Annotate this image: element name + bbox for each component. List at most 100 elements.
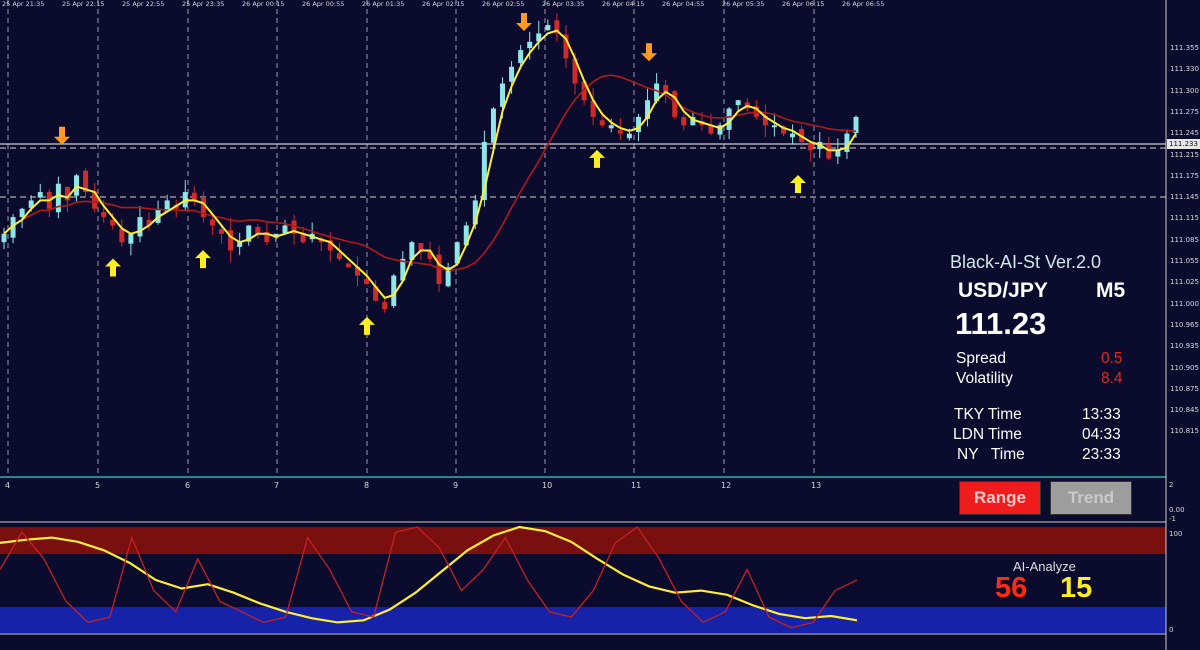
- candle-body: [209, 219, 215, 226]
- session-number-label: 6: [185, 481, 191, 490]
- ldn-time-value: 04:33: [1082, 426, 1121, 443]
- price-axis-tick: 111.355: [1170, 44, 1199, 52]
- candle-body: [844, 133, 850, 152]
- candle-body: [19, 208, 25, 218]
- date-axis-label: 26 Apr 05:35: [722, 0, 765, 8]
- sell-arrow-icon: [641, 43, 657, 62]
- buy-arrow-icon: [359, 316, 375, 335]
- date-axis-label: 26 Apr 02:15: [422, 0, 465, 8]
- candle-body: [255, 226, 261, 234]
- candle-body: [418, 243, 424, 251]
- candle-body: [490, 108, 496, 143]
- candle-body: [1, 233, 7, 243]
- date-axis-label: 26 Apr 04:15: [602, 0, 645, 8]
- ai-analyze-yellow-value: 15: [1060, 572, 1093, 604]
- buy-arrow-icon: [589, 149, 605, 168]
- price-axis-tick: 111.275: [1170, 107, 1199, 116]
- candle-body: [37, 192, 43, 198]
- session-number-label: 7: [274, 481, 280, 490]
- tky-time-label: TKY Time: [954, 406, 1022, 423]
- price-axis-tick: 111.330: [1170, 65, 1199, 74]
- candle-body: [364, 279, 370, 284]
- price-axis-tick: 111.245: [1170, 129, 1199, 138]
- price-axis-tick: 110.905: [1170, 363, 1199, 372]
- candle-body: [219, 229, 225, 234]
- date-axis-label: 25 Apr 23:35: [182, 0, 225, 8]
- date-axis-label: 25 Apr 22:55: [122, 0, 165, 8]
- price-axis-tick: 110.875: [1170, 384, 1199, 393]
- ai-analyze-red-value: 56: [995, 572, 1028, 604]
- current-price: 111.23: [955, 306, 1047, 341]
- candle-body: [545, 25, 551, 31]
- current-price-axis-label: 111.233: [1169, 140, 1198, 148]
- date-axis-label: 26 Apr 01:35: [362, 0, 405, 8]
- price-axis-tick: 110.965: [1170, 320, 1199, 329]
- date-axis-label: 25 Apr 21:35: [2, 0, 45, 8]
- price-axis-tick: 111.025: [1170, 278, 1199, 287]
- subwindow-axis-tick: -1: [1169, 515, 1176, 523]
- subwindow-axis-tick: 0.00: [1169, 506, 1185, 514]
- spread-value: 0.5: [1101, 350, 1123, 367]
- candle-body: [101, 212, 107, 218]
- candle-body: [771, 125, 777, 128]
- trend-button[interactable]: Trend: [1050, 481, 1132, 515]
- candle-body: [128, 233, 134, 244]
- volatility-label: Volatility: [956, 370, 1013, 387]
- candle-body: [509, 66, 515, 82]
- spread-label: Spread: [956, 350, 1006, 367]
- subwindow-axis-tick: 0: [1169, 626, 1174, 634]
- ny-time-value: 23:33: [1082, 446, 1121, 463]
- price-axis-tick: 111.215: [1170, 150, 1199, 159]
- subwindow-axis-tick: 100: [1169, 530, 1183, 538]
- sell-arrow-icon: [54, 126, 70, 145]
- candle-body: [119, 228, 125, 243]
- candle-body: [599, 120, 605, 126]
- candle-body: [191, 192, 197, 201]
- candle-body: [790, 133, 796, 138]
- session-number-label: 4: [5, 481, 11, 490]
- price-axis-tick: 111.055: [1170, 257, 1199, 265]
- trading-chart-window: Black-AI-St Ver.2.0 USD/JPY M5 111.23 Sp…: [0, 0, 1200, 650]
- timeframe: M5: [1096, 279, 1126, 302]
- ny-time-label: NY Time: [957, 446, 1025, 463]
- price-axis-tick: 110.815: [1170, 427, 1199, 436]
- buy-arrow-icon: [195, 250, 211, 269]
- candle-body: [282, 225, 288, 233]
- range-button[interactable]: Range: [959, 481, 1041, 515]
- session-number-label: 5: [95, 481, 101, 490]
- candle-body: [735, 100, 741, 106]
- price-axis-tick: 111.085: [1170, 235, 1199, 244]
- indicator-title: Black-AI-St Ver.2.0: [950, 252, 1102, 272]
- volatility-value: 8.4: [1101, 370, 1123, 387]
- candle-body: [626, 133, 632, 139]
- date-axis-label: 26 Apr 06:55: [842, 0, 885, 8]
- price-axis-tick: 111.145: [1170, 193, 1199, 202]
- subwindow-axis-tick: 2: [1169, 481, 1174, 489]
- buy-arrow-icon: [105, 258, 121, 277]
- price-axis-tick: 110.845: [1170, 406, 1199, 415]
- candle-body: [617, 130, 623, 134]
- candle-body: [382, 302, 388, 309]
- session-number-label: 11: [631, 481, 642, 490]
- sell-arrow-icon: [516, 13, 532, 31]
- candle-body: [345, 263, 351, 268]
- date-axis-label: 26 Apr 03:35: [542, 0, 585, 8]
- candle-body: [518, 50, 524, 63]
- candle-body: [672, 91, 678, 117]
- buy-arrow-icon: [790, 174, 806, 193]
- candle-body: [681, 117, 687, 126]
- candle-body: [808, 143, 814, 151]
- candle-body: [137, 217, 143, 237]
- date-axis-label: 26 Apr 04:55: [662, 0, 705, 8]
- ldn-time-label: LDN Time: [953, 426, 1022, 443]
- currency-pair: USD/JPY: [958, 279, 1048, 302]
- date-axis-label: 26 Apr 00:15: [242, 0, 285, 8]
- session-number-label: 12: [721, 481, 732, 490]
- candle-body: [527, 41, 533, 49]
- tky-time-value: 13:33: [1082, 406, 1121, 423]
- date-axis-label: 26 Apr 00:55: [302, 0, 345, 8]
- session-number-label: 13: [811, 481, 822, 490]
- candle-body: [608, 125, 614, 129]
- price-axis-tick: 111.300: [1170, 86, 1199, 95]
- price-axis-tick: 111.115: [1170, 214, 1199, 223]
